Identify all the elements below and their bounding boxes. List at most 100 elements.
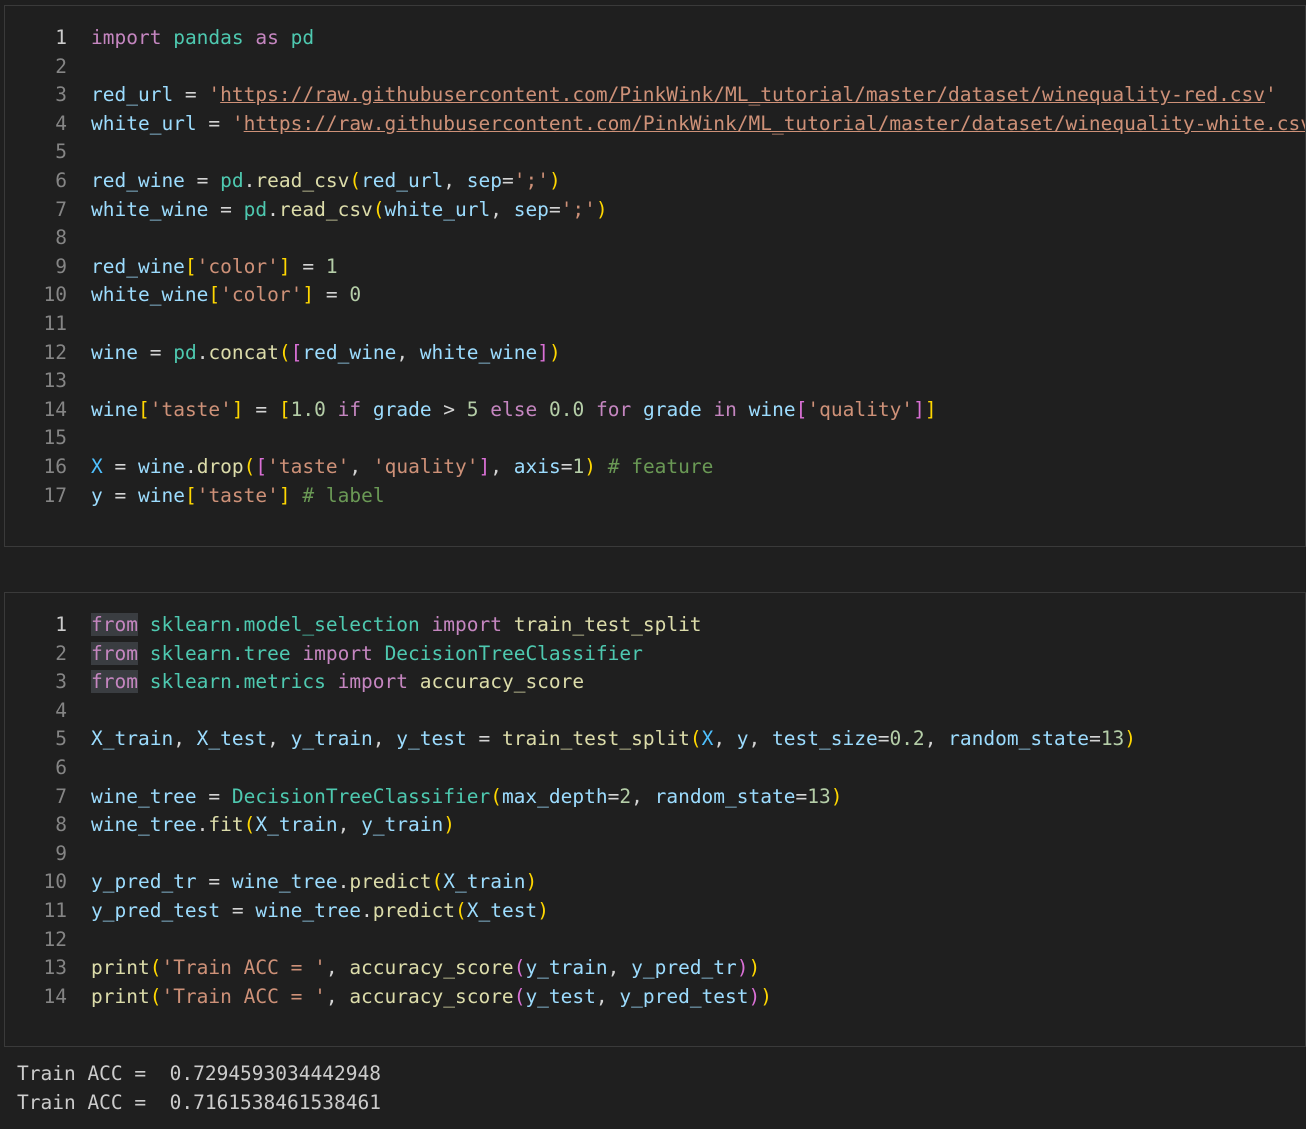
code-token: white_url: [91, 111, 197, 135]
code-line[interactable]: 8: [5, 224, 1305, 253]
code-token[interactable]: https://raw.githubusercontent.com/PinkWi…: [244, 112, 1305, 135]
code-token: red_wine: [91, 168, 185, 192]
code-line[interactable]: 1 import pandas as pd: [5, 24, 1305, 53]
code-line[interactable]: 4 white_url = 'https://raw.githubusercont…: [5, 110, 1305, 139]
code-token: ';': [513, 168, 549, 192]
code-token: (: [349, 168, 362, 192]
code-token: ,: [924, 727, 949, 751]
code-token: ]: [537, 340, 549, 364]
code-text[interactable]: import pandas as pd: [91, 24, 314, 53]
code-token: X_train: [443, 870, 526, 894]
code-token: DecisionTreeClassifier: [384, 641, 643, 665]
code-text[interactable]: y = wine['taste'] # label: [91, 482, 385, 511]
code-line[interactable]: 13 print('Train ACC = ', accuracy_score(y…: [5, 954, 1305, 983]
code-text[interactable]: white_wine['color'] = 0: [91, 281, 361, 310]
code-line[interactable]: 13: [5, 367, 1305, 396]
code-token: =: [208, 197, 244, 221]
code-text[interactable]: white_wine = pd.read_csv(white_url, sep=…: [91, 196, 608, 225]
code-token: ): [760, 984, 773, 1008]
code-token: wine: [91, 397, 138, 421]
code-cell-2[interactable]: 1 from sklearn.model_selection import tra…: [4, 592, 1306, 1047]
code-line[interactable]: 6: [5, 754, 1305, 783]
code-token: sep: [466, 168, 502, 192]
code-line[interactable]: 2 from sklearn.tree import DecisionTreeCl…: [5, 640, 1305, 669]
code-line[interactable]: 11 y_pred_test = wine_tree.predict(X_test…: [5, 897, 1305, 926]
code-line[interactable]: 7 white_wine = pd.read_csv(white_url, sep…: [5, 196, 1305, 225]
code-text[interactable]: X = wine.drop(['taste', 'quality'], axis…: [91, 453, 713, 482]
code-text[interactable]: from sklearn.tree import DecisionTreeCla…: [91, 640, 643, 669]
code-line[interactable]: 3 red_url = 'https://raw.githubuserconten…: [5, 81, 1305, 110]
code-token: =: [102, 454, 138, 478]
code-text[interactable]: red_wine['color'] = 1: [91, 253, 338, 282]
code-line[interactable]: 2: [5, 53, 1305, 82]
code-token[interactable]: https://raw.githubusercontent.com/PinkWi…: [220, 83, 1265, 106]
code-token: ,: [595, 984, 620, 1008]
code-text[interactable]: print('Train ACC = ', accuracy_score(y_t…: [91, 954, 760, 983]
code-token: 'quality': [807, 397, 914, 421]
code-text[interactable]: wine = pd.concat([red_wine, white_wine]): [91, 339, 561, 368]
code-line[interactable]: 12: [5, 926, 1305, 955]
code-line[interactable]: 3 from sklearn.metrics import accuracy_sc…: [5, 668, 1305, 697]
code-line[interactable]: 6 red_wine = pd.read_csv(red_url, sep=';'…: [5, 167, 1305, 196]
code-token: ): [830, 784, 843, 808]
code-token: import: [91, 26, 162, 49]
code-text[interactable]: y_pred_test = wine_tree.predict(X_test): [91, 897, 549, 926]
code-token: ]: [924, 397, 937, 421]
code-token: [: [255, 454, 268, 478]
code-editor-2[interactable]: 1 from sklearn.model_selection import tra…: [5, 611, 1305, 1011]
code-line[interactable]: 14 wine['taste'] = [1.0 if grade > 5 else…: [5, 396, 1305, 425]
code-token: X_test: [196, 727, 268, 751]
code-line[interactable]: 10 white_wine['color'] = 0: [5, 281, 1305, 310]
code-line[interactable]: 4: [5, 697, 1305, 726]
code-line[interactable]: 8 wine_tree.fit(X_train, y_train): [5, 811, 1305, 840]
code-line[interactable]: 9 red_wine['color'] = 1: [5, 253, 1305, 282]
code-line[interactable]: 12 wine = pd.concat([red_wine, white_wine…: [5, 339, 1305, 368]
code-text[interactable]: wine_tree = DecisionTreeClassifier(max_d…: [91, 783, 842, 812]
code-token: =: [196, 784, 232, 808]
code-token: red_url: [91, 83, 174, 107]
code-token: 'color': [196, 254, 279, 278]
code-token: .: [184, 454, 197, 478]
code-line[interactable]: 9: [5, 840, 1305, 869]
code-line[interactable]: 5 X_train, X_test, y_train, y_test = trai…: [5, 725, 1305, 754]
code-text[interactable]: y_pred_tr = wine_tree.predict(X_train): [91, 868, 537, 897]
code-line[interactable]: 1 from sklearn.model_selection import tra…: [5, 611, 1305, 640]
code-line[interactable]: 11: [5, 310, 1305, 339]
code-line[interactable]: 14 print('Train ACC = ', accuracy_score(y…: [5, 983, 1305, 1012]
code-line[interactable]: 17 y = wine['taste'] # label: [5, 482, 1305, 511]
code-text[interactable]: wine_tree.fit(X_train, y_train): [91, 811, 455, 840]
line-number: 13: [43, 369, 67, 393]
code-token: read_csv: [255, 168, 350, 192]
code-token: ): [748, 956, 761, 980]
code-line[interactable]: 10 y_pred_tr = wine_tree.predict(X_train): [5, 868, 1305, 897]
code-text[interactable]: X_train, X_test, y_train, y_test = train…: [91, 725, 1136, 754]
code-line[interactable]: 15: [5, 424, 1305, 453]
code-line[interactable]: 16 X = wine.drop(['taste', 'quality'], ax…: [5, 453, 1305, 482]
code-token: =: [137, 340, 174, 364]
code-token: in: [713, 397, 737, 421]
code-text[interactable]: wine['taste'] = [1.0 if grade > 5 else 0…: [91, 396, 937, 425]
code-line[interactable]: 7 wine_tree = DecisionTreeClassifier(max_…: [5, 783, 1305, 812]
code-token: ): [584, 454, 596, 478]
code-cell-1[interactable]: 1 import pandas as pd 2 3 red_url = 'https:/…: [4, 5, 1306, 547]
code-text[interactable]: white_url = 'https://raw.githubuserconte…: [91, 110, 1305, 139]
code-token: 0.2: [889, 727, 925, 751]
code-text[interactable]: from sklearn.model_selection import trai…: [91, 611, 702, 640]
code-text[interactable]: print('Train ACC = ', accuracy_score(y_t…: [91, 983, 772, 1012]
code-token: fit: [208, 813, 244, 837]
code-token: wine_tree: [91, 784, 197, 808]
code-line[interactable]: 5: [5, 138, 1305, 167]
code-editor-1[interactable]: 1 import pandas as pd 2 3 red_url = 'https:/…: [5, 24, 1305, 510]
code-token: 1: [325, 254, 338, 278]
code-token: 13: [1100, 727, 1125, 751]
code-token: y: [91, 483, 103, 507]
output-line: Train ACC = 0.7161538461538461: [17, 1090, 381, 1114]
code-text[interactable]: red_url = 'https://raw.githubusercontent…: [91, 81, 1277, 110]
code-text[interactable]: from sklearn.metrics import accuracy_sco…: [91, 668, 584, 697]
code-text[interactable]: red_wine = pd.read_csv(red_url, sep=';'): [91, 167, 561, 196]
